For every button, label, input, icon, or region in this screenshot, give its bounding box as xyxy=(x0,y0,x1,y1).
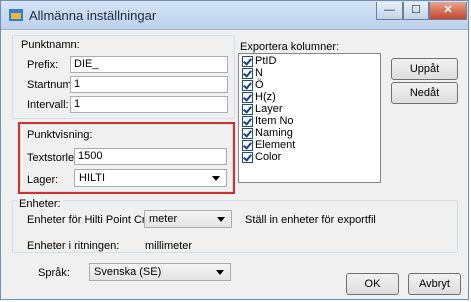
checkbox-checked-icon[interactable] xyxy=(242,140,253,151)
drawing-units-value: millimeter xyxy=(145,240,193,252)
chevron-down-icon xyxy=(217,217,225,222)
checkbox-checked-icon[interactable] xyxy=(242,116,253,127)
prefix-label: Prefix: xyxy=(27,59,59,71)
interval-label: Intervall: xyxy=(27,99,69,111)
checkbox-checked-icon[interactable] xyxy=(242,128,253,139)
cancel-button[interactable]: Avbryt xyxy=(408,273,461,295)
language-value: Svenska (SE) xyxy=(94,266,162,278)
creator-units-dropdown[interactable]: meter xyxy=(144,210,232,228)
export-columns-label: Exportera kolumner: xyxy=(240,41,340,53)
creator-units-value: meter xyxy=(149,213,178,225)
checkbox-checked-icon[interactable] xyxy=(242,104,253,115)
move-down-button[interactable]: Nedåt xyxy=(391,82,458,104)
move-up-button[interactable]: Uppåt xyxy=(391,58,458,80)
language-dropdown[interactable]: Svenska (SE) xyxy=(89,263,231,281)
drawing-units-label: Enheter i ritningen: xyxy=(27,240,120,252)
point-name-group-label: Punktnamn: xyxy=(21,39,80,51)
app-icon xyxy=(9,9,23,21)
maximize-button[interactable]: ☐ xyxy=(403,2,429,20)
prefix-input[interactable]: DIE_ xyxy=(70,56,228,73)
checkbox-checked-icon[interactable] xyxy=(242,92,253,103)
language-label: Språk: xyxy=(38,267,70,279)
units-group-label: Enheter: xyxy=(17,198,63,210)
checkbox-checked-icon[interactable] xyxy=(242,152,253,163)
highlight-box xyxy=(18,122,235,194)
window-title: Allmänna inställningar xyxy=(29,8,157,23)
chevron-down-icon xyxy=(216,270,224,275)
checkbox-checked-icon[interactable] xyxy=(242,56,253,67)
checkbox-checked-icon[interactable] xyxy=(242,68,253,79)
export-columns-list[interactable]: PtID N Ö H(z) Layer Item No Naming Eleme… xyxy=(238,53,381,183)
start-number-input[interactable]: 1 xyxy=(70,76,228,93)
ok-button[interactable]: OK xyxy=(346,273,399,295)
settings-dialog: Allmänna inställningar — ☐ ✕ Punktnamn: … xyxy=(0,0,469,300)
minimize-button[interactable]: — xyxy=(376,2,403,20)
close-button[interactable]: ✕ xyxy=(429,2,467,20)
interval-input[interactable]: 1 xyxy=(70,96,228,113)
units-hint: Ställ in enheter för exportfil xyxy=(245,214,376,226)
checkbox-checked-icon[interactable] xyxy=(242,80,253,91)
title-bar: Allmänna inställningar — ☐ ✕ xyxy=(1,1,468,30)
